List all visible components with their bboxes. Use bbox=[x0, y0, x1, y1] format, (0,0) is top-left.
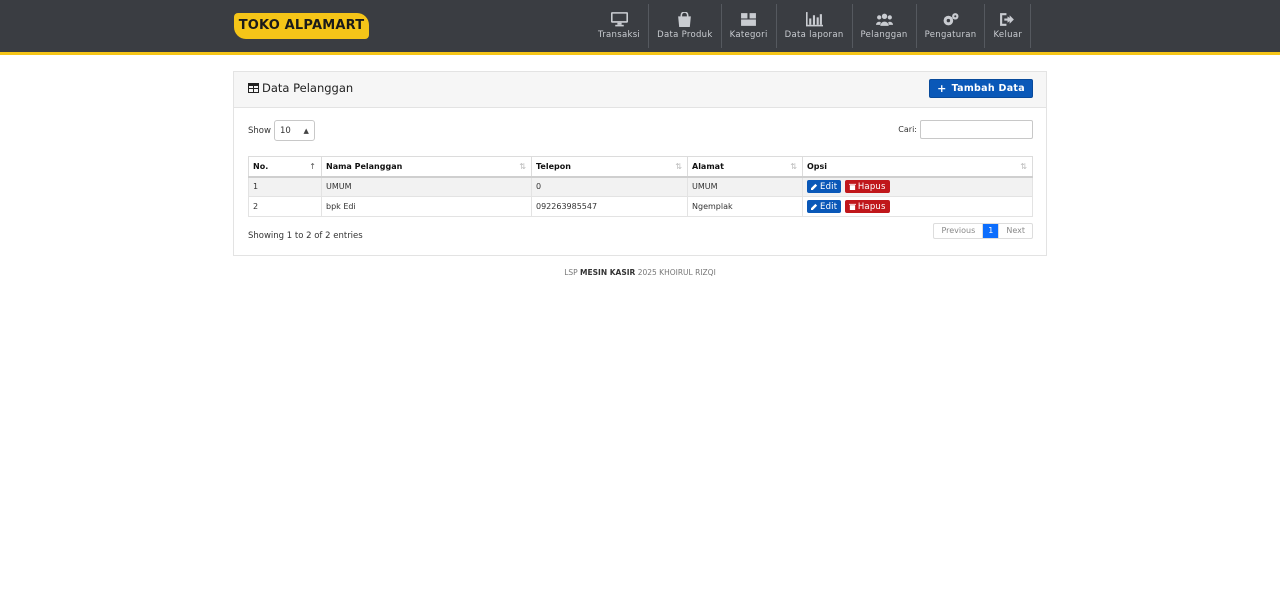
nav-item-data-produk[interactable]: Data Produk bbox=[649, 4, 722, 48]
nav-item-keluar[interactable]: Keluar bbox=[985, 4, 1032, 48]
trash-icon bbox=[848, 184, 856, 191]
nav-label: Pengaturan bbox=[924, 30, 977, 40]
nav-label: Pelanggan bbox=[860, 30, 908, 40]
page-size-value: 10 bbox=[279, 125, 291, 136]
page-title: Data Pelanggan bbox=[248, 81, 353, 95]
select-caret-icon: ▲︎ bbox=[303, 126, 309, 135]
footer-suffix: 2025 KHOIRUL RIZQI bbox=[637, 268, 716, 277]
cell-opsi: Edit Hapus bbox=[802, 196, 1033, 217]
panel-header: Data Pelanggan + Tambah Data bbox=[234, 72, 1046, 108]
page-title-text: Data Pelanggan bbox=[262, 81, 354, 95]
column-header-alamat[interactable]: Alamat ⇅ bbox=[687, 156, 803, 178]
sort-asc-icon: ↑ bbox=[309, 162, 316, 171]
cell-no: 2 bbox=[248, 196, 322, 217]
delete-button[interactable]: Hapus bbox=[844, 200, 890, 213]
sort-icon: ⇅ bbox=[675, 162, 682, 171]
table-header-row: No. ↑ Nama Pelanggan ⇅ Telepon ⇅ Alamat ⇅ Op… bbox=[248, 156, 1033, 178]
cell-alamat: Ngemplak bbox=[687, 196, 803, 217]
sort-icon: ⇅ bbox=[790, 162, 797, 171]
cell-nama: bpk Edi bbox=[321, 196, 532, 217]
nav-item-pelanggan[interactable]: Pelanggan bbox=[853, 4, 917, 48]
monitor-icon bbox=[610, 12, 628, 27]
customer-panel: Data Pelanggan + Tambah Data Show 10 ▲︎ … bbox=[233, 71, 1047, 256]
gears-icon bbox=[943, 13, 959, 26]
table-row: 2 bpk Edi 092263985547 Ngemplak Edit Hap… bbox=[248, 196, 1033, 217]
search-label: Cari: bbox=[898, 125, 917, 134]
cell-no: 1 bbox=[248, 176, 322, 197]
nav-item-data-laporan[interactable]: Data laporan bbox=[777, 4, 853, 48]
nav-item-transaksi[interactable]: Transaksi bbox=[590, 4, 650, 48]
pencil-icon bbox=[811, 184, 818, 191]
edit-button[interactable]: Edit bbox=[807, 180, 842, 194]
table-icon bbox=[248, 83, 259, 93]
nav-item-kategori[interactable]: Kategori bbox=[722, 4, 777, 48]
sign-out-icon bbox=[1000, 13, 1015, 26]
main-nav: Transaksi Data Produk Kategori Data lapo… bbox=[590, 4, 1032, 48]
search-control: Cari: bbox=[898, 120, 1033, 139]
cell-opsi: Edit Hapus bbox=[802, 176, 1033, 197]
column-header-opsi[interactable]: Opsi ⇅ bbox=[802, 156, 1033, 178]
navbar: TOKO ALPAMART Transaksi Data Produk Kate… bbox=[0, 0, 1280, 55]
footer: LSP MESIN KASIR 2025 KHOIRUL RIZQI bbox=[0, 268, 1280, 277]
boxes-icon bbox=[741, 13, 757, 26]
shopping-bag-icon bbox=[678, 12, 692, 27]
users-icon bbox=[875, 13, 893, 26]
trash-icon bbox=[848, 203, 856, 210]
add-data-button[interactable]: + Tambah Data bbox=[929, 79, 1033, 98]
search-input[interactable] bbox=[920, 120, 1033, 139]
footer-strong: MESIN KASIR bbox=[580, 268, 636, 277]
nav-item-pengaturan[interactable]: Pengaturan bbox=[917, 4, 986, 48]
customer-table: No. ↑ Nama Pelanggan ⇅ Telepon ⇅ Alamat ⇅ Op… bbox=[248, 156, 1033, 217]
column-header-telepon[interactable]: Telepon ⇅ bbox=[531, 156, 688, 178]
next-page-button[interactable]: Next bbox=[998, 224, 1032, 238]
add-data-label: Tambah Data bbox=[951, 83, 1025, 94]
nav-label: Data Produk bbox=[657, 30, 713, 40]
nav-label: Transaksi bbox=[598, 30, 641, 40]
cell-nama: UMUM bbox=[321, 176, 532, 197]
table-row: 1 UMUM 0 UMUM Edit Hapus bbox=[248, 176, 1033, 197]
bar-chart-icon bbox=[805, 12, 823, 27]
edit-button[interactable]: Edit bbox=[807, 200, 842, 213]
nav-label: Kategori bbox=[729, 30, 768, 40]
page-size-control: Show 10 ▲︎ bbox=[248, 120, 315, 141]
plus-icon: + bbox=[937, 82, 947, 95]
pencil-icon bbox=[811, 203, 818, 210]
cell-telepon: 092263985547 bbox=[531, 196, 688, 217]
previous-page-button[interactable]: Previous bbox=[934, 224, 984, 238]
pagination: Previous 1 Next bbox=[933, 223, 1033, 239]
sort-icon: ⇅ bbox=[519, 162, 526, 171]
column-header-no[interactable]: No. ↑ bbox=[248, 156, 322, 178]
nav-label: Keluar bbox=[993, 30, 1023, 40]
table-info: Showing 1 to 2 of 2 entries bbox=[248, 231, 363, 241]
cell-telepon: 0 bbox=[531, 176, 688, 197]
column-header-nama[interactable]: Nama Pelanggan ⇅ bbox=[321, 156, 532, 178]
sort-icon: ⇅ bbox=[1020, 162, 1027, 171]
footer-prefix: LSP bbox=[564, 268, 578, 277]
current-page-button[interactable]: 1 bbox=[983, 224, 999, 238]
page-size-select[interactable]: 10 ▲︎ bbox=[273, 120, 315, 141]
show-label: Show bbox=[248, 125, 271, 136]
cell-alamat: UMUM bbox=[687, 176, 803, 197]
nav-label: Data laporan bbox=[784, 30, 844, 40]
delete-button[interactable]: Hapus bbox=[844, 180, 890, 194]
brand-logo[interactable]: TOKO ALPAMART bbox=[234, 13, 369, 39]
